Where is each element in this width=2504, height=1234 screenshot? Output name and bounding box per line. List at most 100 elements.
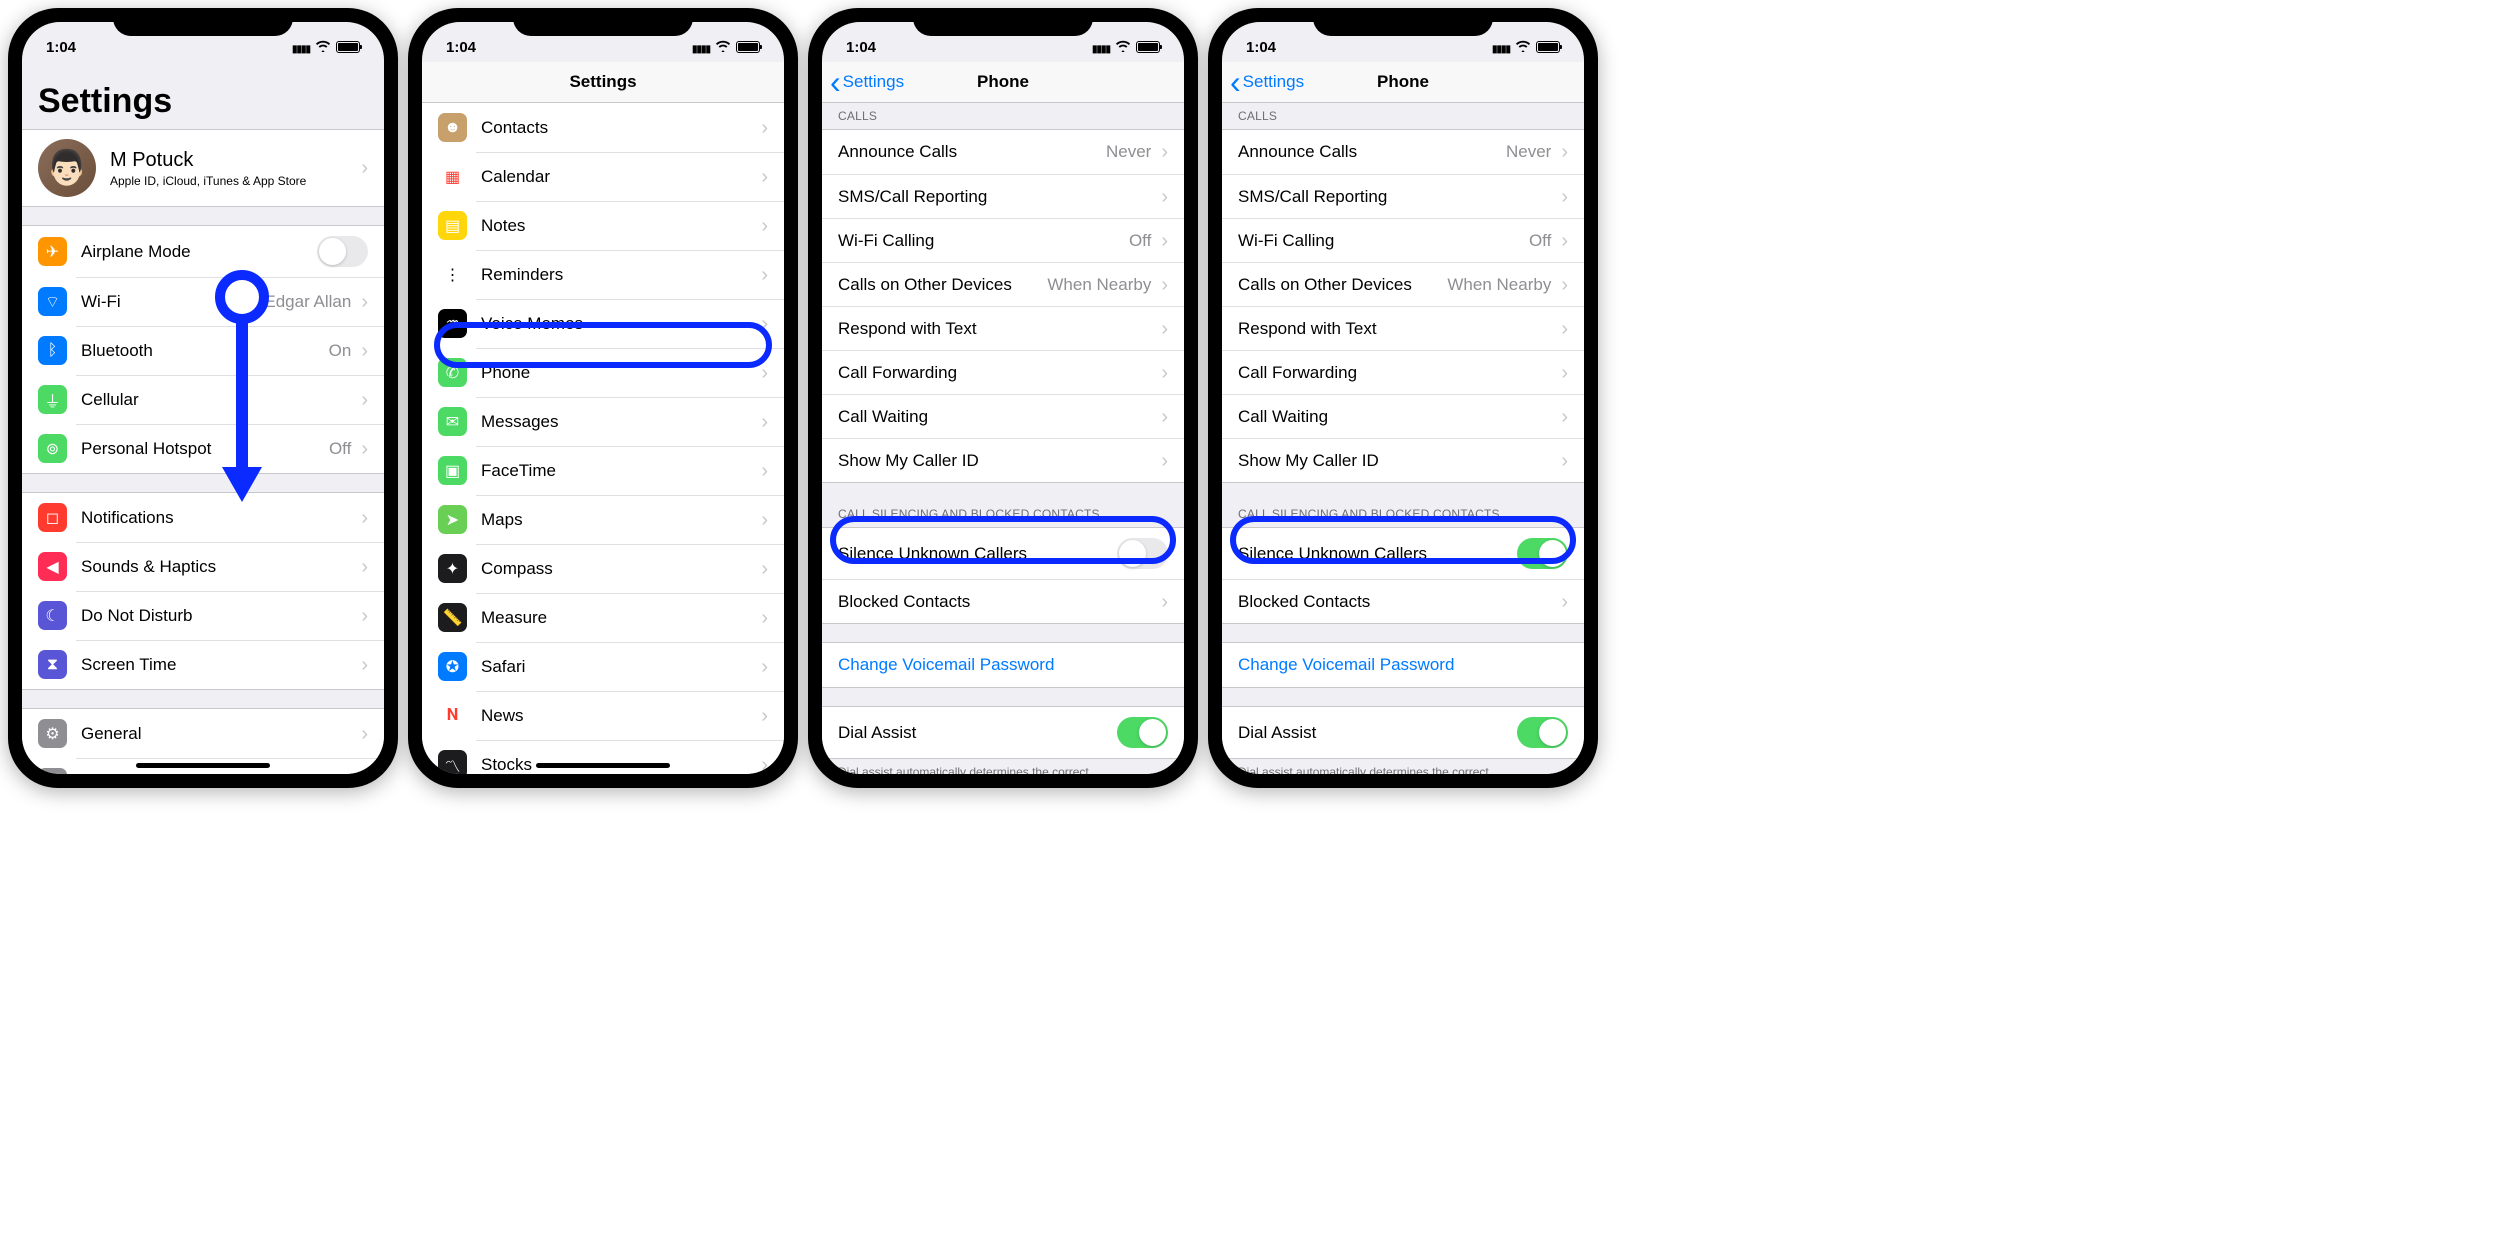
chevron-icon	[761, 559, 768, 579]
settings-row-phone[interactable]: ✆Phone	[422, 348, 784, 397]
row-label: Messages	[481, 412, 757, 432]
back-button[interactable]: Settings	[1230, 72, 1304, 92]
row-show-my-caller-id[interactable]: Show My Caller ID	[822, 438, 1184, 482]
settings-row-screen-time[interactable]: ⧗ Screen Time	[22, 640, 384, 689]
dial-assist-row[interactable]: Dial Assist	[822, 707, 1184, 758]
settings-row-news[interactable]: 𝐍News	[422, 691, 784, 740]
screen-settings-list: 1:04 Settings ☻Contacts▦Calendar▤Notes⋮R…	[422, 22, 784, 774]
change-voicemail-password-row[interactable]: Change Voicemail Password	[822, 643, 1184, 687]
page-title: Settings	[22, 62, 384, 129]
battery-icon	[736, 41, 760, 53]
nav-title: Phone	[977, 72, 1029, 92]
calls-header: CALLS	[1222, 103, 1584, 129]
silence-toggle[interactable]	[1517, 538, 1568, 569]
home-indicator[interactable]	[536, 763, 670, 768]
news-icon: 𝐍	[438, 701, 467, 730]
settings-scroll[interactable]: ☻Contacts▦Calendar▤Notes⋮Reminders♒︎Voic…	[422, 103, 784, 774]
general-icon: ⚙︎	[38, 719, 67, 748]
row-calls-on-other-devices[interactable]: Calls on Other DevicesWhen Nearby	[1222, 262, 1584, 306]
settings-scroll[interactable]: Settings M Potuck Apple ID, iCloud, iTun…	[22, 62, 384, 774]
settings-row-facetime[interactable]: ▣FaceTime	[422, 446, 784, 495]
settings-row-personal-hotspot[interactable]: ⊚Personal HotspotOff	[22, 424, 384, 473]
settings-row-reminders[interactable]: ⋮Reminders	[422, 250, 784, 299]
row-call-forwarding[interactable]: Call Forwarding	[822, 350, 1184, 394]
row-call-forwarding[interactable]: Call Forwarding	[1222, 350, 1584, 394]
row-announce-calls[interactable]: Announce CallsNever	[1222, 130, 1584, 174]
row-label: Voice Memos	[481, 314, 757, 334]
change-voicemail-password-row[interactable]: Change Voicemail Password	[1222, 643, 1584, 687]
settings-row-calendar[interactable]: ▦Calendar	[422, 152, 784, 201]
dial-assist-toggle[interactable]	[1517, 717, 1568, 748]
phone-scroll[interactable]: CALLSAnnounce CallsNeverSMS/Call Reporti…	[822, 103, 1184, 774]
blocked-contacts-row[interactable]: Blocked Contacts	[822, 579, 1184, 623]
blocked-contacts-row[interactable]: Blocked Contacts	[1222, 579, 1584, 623]
chevron-icon	[761, 314, 768, 334]
silence-unknown-callers-row[interactable]: Silence Unknown Callers	[1222, 528, 1584, 579]
row-sms-call-reporting[interactable]: SMS/Call Reporting	[1222, 174, 1584, 218]
chevron-icon	[1561, 451, 1568, 471]
battery-icon	[1536, 41, 1560, 53]
row-call-waiting[interactable]: Call Waiting	[822, 394, 1184, 438]
dial-assist-toggle[interactable]	[1117, 717, 1168, 748]
profile-group: M Potuck Apple ID, iCloud, iTunes & App …	[22, 129, 384, 207]
chevron-icon	[1161, 275, 1168, 295]
chevron-icon	[761, 510, 768, 530]
back-button[interactable]: Settings	[830, 72, 904, 92]
chevron-icon	[1161, 592, 1168, 612]
row-label: Do Not Disturb	[81, 606, 357, 626]
calls-group: Announce CallsNeverSMS/Call ReportingWi-…	[822, 129, 1184, 483]
profile-row[interactable]: M Potuck Apple ID, iCloud, iTunes & App …	[22, 130, 384, 206]
nav-title: Phone	[1377, 72, 1429, 92]
settings-row-messages[interactable]: ✉︎Messages	[422, 397, 784, 446]
row-label: Screen Time	[81, 655, 357, 675]
settings-row-notifications[interactable]: ◻︎Notifications	[22, 493, 384, 542]
row-sms-call-reporting[interactable]: SMS/Call Reporting	[822, 174, 1184, 218]
settings-row-stocks[interactable]: 〽︎Stocks	[422, 740, 784, 774]
settings-row-notes[interactable]: ▤Notes	[422, 201, 784, 250]
toggle[interactable]	[317, 236, 368, 267]
row-call-waiting[interactable]: Call Waiting	[1222, 394, 1584, 438]
contacts-icon: ☻	[438, 113, 467, 142]
settings-row-do-not-disturb[interactable]: ☾Do Not Disturb	[22, 591, 384, 640]
phone-scroll[interactable]: CALLSAnnounce CallsNeverSMS/Call Reporti…	[1222, 103, 1584, 774]
settings-row-sounds-&-haptics[interactable]: ◀︎Sounds & Haptics	[22, 542, 384, 591]
settings-row-bluetooth[interactable]: ᛒBluetoothOn	[22, 326, 384, 375]
row-show-my-caller-id[interactable]: Show My Caller ID	[1222, 438, 1584, 482]
settings-row-maps[interactable]: ➤Maps	[422, 495, 784, 544]
chevron-icon	[761, 118, 768, 138]
profile-name: M Potuck	[110, 149, 357, 172]
settings-row-contacts[interactable]: ☻Contacts	[422, 103, 784, 152]
chevron-icon	[761, 363, 768, 383]
alerts-group: ◻︎Notifications◀︎Sounds & Haptics☾Do Not…	[22, 492, 384, 690]
row-respond-with-text[interactable]: Respond with Text	[1222, 306, 1584, 350]
row-label: General	[81, 724, 357, 744]
chevron-icon	[1161, 231, 1168, 251]
row-announce-calls[interactable]: Announce CallsNever	[822, 130, 1184, 174]
settings-row-airplane-mode[interactable]: ✈︎Airplane Mode	[22, 226, 384, 277]
settings-row-voice-memos[interactable]: ♒︎Voice Memos	[422, 299, 784, 348]
silence-unknown-callers-row[interactable]: Silence Unknown Callers	[822, 528, 1184, 579]
calls-group: Announce CallsNeverSMS/Call ReportingWi-…	[1222, 129, 1584, 483]
row-wi-fi-calling[interactable]: Wi-Fi CallingOff	[822, 218, 1184, 262]
chevron-icon	[1561, 319, 1568, 339]
chevron-icon	[361, 655, 368, 675]
dial-assist-row[interactable]: Dial Assist	[1222, 707, 1584, 758]
wifi-icon	[1115, 39, 1131, 56]
settings-row-wi-fi[interactable]: ⌔Wi-FiEdgar Allan	[22, 277, 384, 326]
row-label: Personal Hotspot	[81, 439, 329, 459]
facetime-icon: ▣	[438, 456, 467, 485]
settings-row-measure[interactable]: 📏Measure	[422, 593, 784, 642]
row-calls-on-other-devices[interactable]: Calls on Other DevicesWhen Nearby	[822, 262, 1184, 306]
row-respond-with-text[interactable]: Respond with Text	[822, 306, 1184, 350]
settings-row-general[interactable]: ⚙︎ General	[22, 709, 384, 758]
settings-row-cellular[interactable]: ⏚Cellular	[22, 375, 384, 424]
settings-row-safari[interactable]: ✪Safari	[422, 642, 784, 691]
settings-row-compass[interactable]: ✦Compass	[422, 544, 784, 593]
silence-toggle[interactable]	[1117, 538, 1168, 569]
row-wi-fi-calling[interactable]: Wi-Fi CallingOff	[1222, 218, 1584, 262]
home-indicator[interactable]	[136, 763, 270, 768]
phone-frame-3: 1:04 Settings Phone CALLSAnnounce CallsN…	[808, 8, 1198, 788]
screentime-icon: ⧗	[38, 650, 67, 679]
avatar	[38, 139, 96, 197]
chevron-icon	[1161, 451, 1168, 471]
